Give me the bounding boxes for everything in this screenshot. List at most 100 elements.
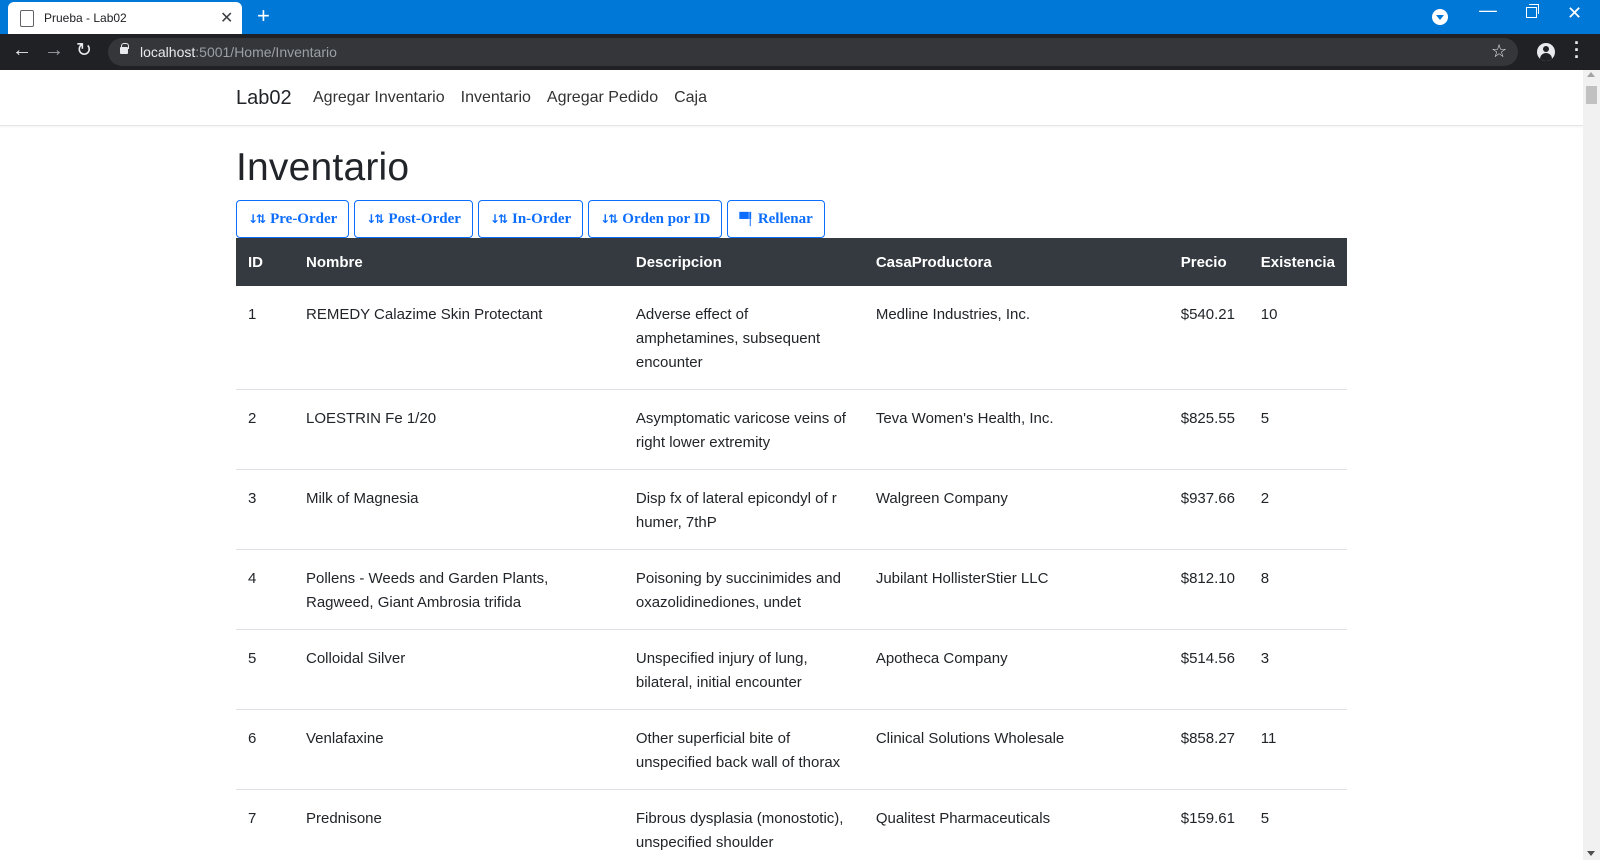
minimize-icon[interactable]: —: [1479, 0, 1497, 21]
table-row: 3 Milk of Magnesia Disp fx of lateral ep…: [236, 469, 1347, 550]
inventory-table: ID Nombre Descripcion CasaProductora Pre…: [236, 238, 1347, 860]
action-buttons: ↓⇅ Pre-Order ↓⇅ Post-Order ↓⇅ In-Order ↓⇅ Or…: [236, 200, 825, 238]
lock-icon[interactable]: [120, 43, 129, 54]
header-precio: Precio: [1168, 238, 1249, 286]
cell-precio: $825.55: [1168, 389, 1249, 470]
nav-link-agregar-pedido[interactable]: Agregar Pedido: [547, 89, 658, 107]
reload-icon[interactable]: ↻: [76, 39, 92, 62]
cell-nombre: Colloidal Silver: [293, 629, 624, 710]
url-path: :5001/Home/Inventario: [195, 44, 337, 60]
in-order-label: In-Order: [512, 210, 572, 227]
cell-id: 4: [236, 549, 294, 630]
cell-casaproductora: Medline Industries, Inc.: [863, 286, 1169, 390]
cell-existencia: 11: [1248, 709, 1347, 790]
cell-existencia: 10: [1248, 286, 1347, 390]
cell-descripcion: Unspecified injury of lung, bilateral, i…: [623, 629, 864, 710]
cell-precio: $514.56: [1168, 629, 1249, 710]
cell-id: 6: [236, 709, 294, 790]
nav-link-agregar-inventario[interactable]: Agregar Inventario: [313, 89, 445, 107]
site-navbar: Lab02 Agregar Inventario Inventario Agre…: [0, 70, 1583, 126]
cell-casaproductora: Walgreen Company: [863, 469, 1169, 550]
cell-descripcion: Asymptomatic varicose veins of right low…: [623, 389, 864, 470]
scroll-up-arrow-icon[interactable]: [1587, 72, 1595, 77]
url-host: localhost: [140, 44, 196, 60]
scroll-down-arrow-icon[interactable]: [1587, 851, 1595, 856]
url-text: localhost:5001/Home/Inventario: [140, 44, 337, 60]
navbar-links: Agregar Inventario Inventario Agregar Pe…: [313, 89, 723, 107]
table-row: 6 Venlafaxine Other superficial bite of …: [236, 709, 1347, 790]
navbar-brand[interactable]: Lab02: [236, 87, 292, 110]
back-arrow-icon[interactable]: ←: [12, 39, 32, 62]
cell-nombre: LOESTRIN Fe 1/20: [293, 389, 624, 470]
cell-existencia: 5: [1248, 789, 1347, 860]
rellenar-label: Rellenar: [757, 210, 813, 227]
scrollbar-thumb[interactable]: [1586, 86, 1597, 104]
in-order-button[interactable]: ↓⇅ In-Order: [477, 200, 584, 238]
cell-nombre: Pollens - Weeds and Garden Plants, Ragwe…: [293, 549, 624, 630]
tab-title: Prueba - Lab02: [44, 11, 127, 25]
rellenar-button[interactable]: ▀╿ Rellenar: [727, 200, 825, 238]
pre-order-label: Pre-Order: [270, 210, 338, 227]
table-row: 5 Colloidal Silver Unspecified injury of…: [236, 629, 1347, 710]
cell-precio: $858.27: [1168, 709, 1249, 790]
post-order-label: Post-Order: [388, 210, 461, 227]
cell-id: 7: [236, 789, 294, 860]
cell-id: 2: [236, 389, 294, 470]
cell-casaproductora: Clinical Solutions Wholesale: [863, 709, 1169, 790]
table-row: 1 REMEDY Calazime Skin Protectant Advers…: [236, 286, 1347, 390]
nav-link-inventario[interactable]: Inventario: [461, 89, 531, 107]
cell-casaproductora: Jubilant HollisterStier LLC: [863, 549, 1169, 630]
window-close-icon[interactable]: ✕: [1567, 3, 1582, 24]
browser-tab[interactable]: Prueba - Lab02 ✕: [8, 2, 242, 34]
cell-descripcion: Other superficial bite of unspecified ba…: [623, 709, 864, 790]
pre-order-button[interactable]: ↓⇅ Pre-Order: [236, 200, 350, 238]
cell-precio: $937.66: [1168, 469, 1249, 550]
cell-descripcion: Fibrous dysplasia (monostotic), unspecif…: [623, 789, 864, 860]
orden-por-id-button[interactable]: ↓⇅ Orden por ID: [588, 200, 723, 238]
address-bar[interactable]: localhost:5001/Home/Inventario ☆: [108, 38, 1518, 66]
bookmark-star-icon[interactable]: ☆: [1491, 41, 1507, 62]
table-body: 1 REMEDY Calazime Skin Protectant Advers…: [236, 286, 1347, 860]
cell-nombre: Venlafaxine: [293, 709, 624, 790]
page-icon: [20, 10, 34, 27]
new-tab-icon[interactable]: +: [257, 3, 270, 29]
header-nombre: Nombre: [293, 238, 624, 286]
header-existencia: Existencia: [1248, 238, 1347, 286]
restore-icon[interactable]: [1526, 4, 1539, 18]
tab-search-icon[interactable]: [1432, 9, 1448, 25]
nav-link-caja[interactable]: Caja: [674, 89, 707, 107]
cell-existencia: 5: [1248, 389, 1347, 470]
page-title: Inventario: [236, 146, 410, 189]
cell-id: 5: [236, 629, 294, 710]
orden-por-id-label: Orden por ID: [622, 210, 711, 227]
cell-casaproductora: Apotheca Company: [863, 629, 1169, 710]
menu-kebab-icon[interactable]: · · ·: [1574, 34, 1580, 66]
browser-toolbar: ← → ↻ localhost:5001/Home/Inventario ☆ ·…: [0, 34, 1600, 70]
cell-nombre: Prednisone: [293, 789, 624, 860]
cell-nombre: Milk of Magnesia: [293, 469, 624, 550]
page-scrollbar[interactable]: [1583, 70, 1600, 860]
close-tab-icon[interactable]: ✕: [220, 8, 233, 28]
paint-roller-icon: ▀╿: [739, 212, 754, 226]
profile-icon[interactable]: [1537, 43, 1555, 61]
cell-existencia: 2: [1248, 469, 1347, 550]
cell-id: 1: [236, 286, 294, 390]
header-casaproductora: CasaProductora: [863, 238, 1169, 286]
cell-existencia: 3: [1248, 629, 1347, 710]
post-order-button[interactable]: ↓⇅ Post-Order: [354, 200, 473, 238]
browser-titlebar: Prueba - Lab02 ✕ + — ✕: [0, 0, 1600, 34]
header-descripcion: Descripcion: [623, 238, 864, 286]
table-row: 2 LOESTRIN Fe 1/20 Asymptomatic varicose…: [236, 389, 1347, 470]
forward-arrow-icon[interactable]: →: [44, 39, 64, 62]
sort-down-icon: ↓⇅: [489, 212, 508, 226]
cell-descripcion: Poisoning by succinimides and oxazolidin…: [623, 549, 864, 630]
cell-existencia: 8: [1248, 549, 1347, 630]
page-viewport: Lab02 Agregar Inventario Inventario Agre…: [0, 70, 1600, 860]
cell-nombre: REMEDY Calazime Skin Protectant: [293, 286, 624, 390]
table-header: ID Nombre Descripcion CasaProductora Pre…: [236, 238, 1347, 286]
sort-down-icon: ↓⇅: [600, 212, 618, 226]
cell-descripcion: Disp fx of lateral epicondyl of r humer,…: [623, 469, 864, 550]
cell-precio: $159.61: [1168, 789, 1249, 860]
header-id: ID: [236, 238, 294, 286]
cell-casaproductora: Teva Women's Health, Inc.: [863, 389, 1169, 470]
